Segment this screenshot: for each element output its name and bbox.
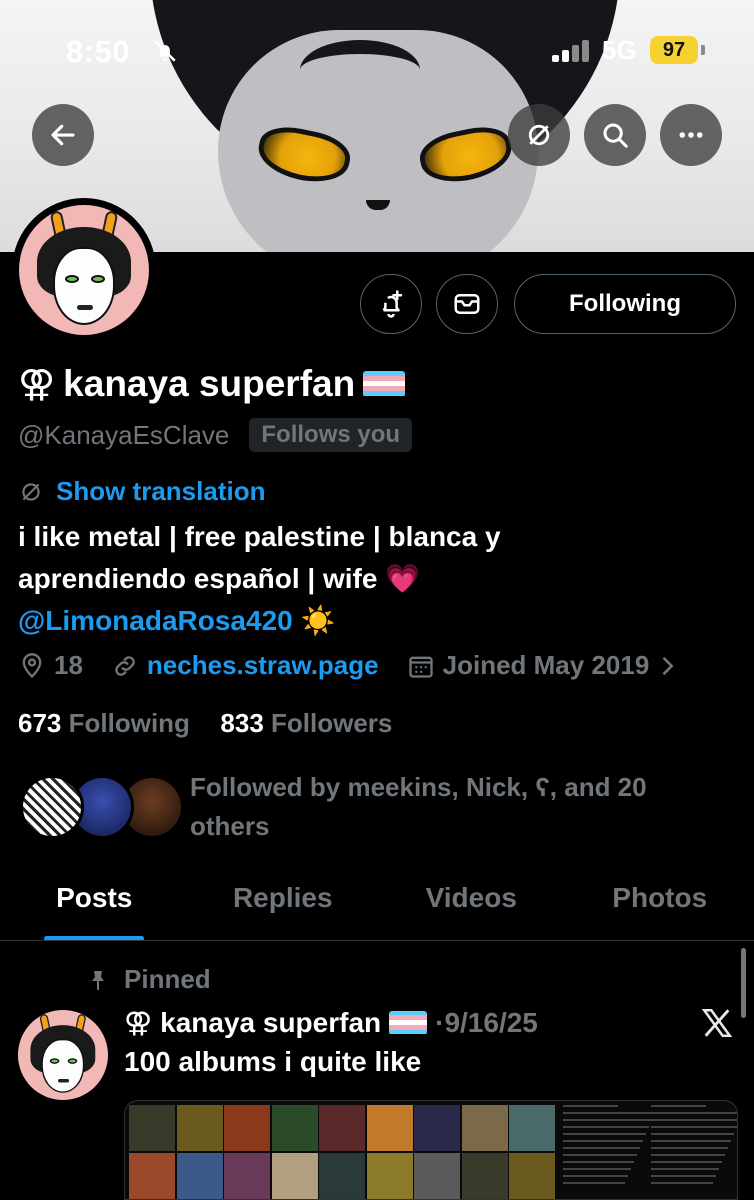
post-date[interactable]: ·9/16/25 bbox=[435, 1007, 538, 1039]
pin-icon bbox=[92, 970, 104, 990]
post-author-name[interactable]: kanaya superfan bbox=[160, 1007, 381, 1039]
profile-handle: @KanayaEsClave bbox=[18, 419, 230, 450]
show-translation-label[interactable]: Show translation bbox=[56, 476, 265, 507]
show-translation[interactable]: Show translation bbox=[18, 476, 265, 507]
display-name: kanaya superfan bbox=[63, 362, 356, 404]
album-tracklist bbox=[651, 1105, 737, 1197]
calendar-icon bbox=[408, 656, 433, 678]
album-cover bbox=[461, 1105, 508, 1151]
album-cover bbox=[461, 1153, 508, 1199]
pinned-indicator: Pinned bbox=[86, 964, 211, 995]
arrow-left-icon bbox=[51, 124, 75, 146]
message-button[interactable] bbox=[436, 274, 498, 334]
link-icon bbox=[115, 655, 135, 676]
handle-row: @KanayaEsClave Follows you bbox=[18, 418, 413, 452]
album-cover bbox=[129, 1153, 175, 1199]
profile-meta: 18 neches.straw.page Joined May 2019 bbox=[18, 650, 689, 681]
pinned-label: Pinned bbox=[124, 964, 211, 994]
profile-avatar[interactable] bbox=[12, 198, 156, 342]
album-cover bbox=[224, 1153, 270, 1199]
post-text: 100 albums i quite like bbox=[124, 1046, 422, 1077]
bio-mention-link[interactable]: @LimonadaRosa420 bbox=[18, 605, 293, 636]
album-cover bbox=[129, 1105, 175, 1151]
location-pin-icon bbox=[22, 652, 42, 678]
display-name-row: ⚢ kanaya superfan bbox=[18, 362, 406, 405]
followers-count: 833 bbox=[220, 708, 264, 738]
album-cover bbox=[271, 1105, 318, 1151]
translate-off-icon bbox=[22, 482, 40, 501]
website-link[interactable]: neches.straw.page bbox=[147, 650, 379, 681]
battery-tip bbox=[701, 45, 705, 55]
bell-off-icon bbox=[154, 40, 176, 62]
tab-divider bbox=[0, 940, 754, 941]
envelope-icon bbox=[454, 294, 480, 314]
translate-off-icon bbox=[528, 124, 550, 146]
scrollbar[interactable] bbox=[741, 948, 746, 1018]
album-cover bbox=[414, 1105, 460, 1151]
more-icon bbox=[679, 132, 703, 138]
followers-stat[interactable]: 833 Followers bbox=[220, 708, 392, 738]
following-stat[interactable]: 673 Following bbox=[18, 708, 190, 738]
post-author-prefix: ⚢ bbox=[124, 1007, 153, 1038]
bio-line: i like metal | free palestine | blanca y bbox=[18, 521, 501, 552]
post-header: ⚢ kanaya superfan ·9/16/25 bbox=[124, 1006, 538, 1039]
profile-bio: i like metal | free palestine | blanca y… bbox=[18, 516, 738, 642]
album-cover bbox=[176, 1153, 223, 1199]
x-logo-icon[interactable] bbox=[700, 1006, 734, 1040]
following-count: 673 bbox=[18, 708, 62, 738]
network-type: 5G bbox=[602, 35, 637, 65]
album-tracklist bbox=[563, 1105, 663, 1197]
tab-replies[interactable]: Replies bbox=[189, 872, 378, 940]
album-cover bbox=[414, 1153, 460, 1199]
following-label: Following bbox=[68, 708, 190, 738]
followed-by-text[interactable]: Followed by meekins, Nick, ʕ, and 20 oth… bbox=[190, 768, 710, 846]
album-cover bbox=[224, 1105, 270, 1151]
joined-date[interactable]: Joined May 2019 bbox=[443, 650, 650, 681]
more-button[interactable] bbox=[660, 104, 722, 166]
album-cover bbox=[319, 1105, 365, 1151]
chevron-right-icon[interactable] bbox=[653, 652, 681, 680]
post-media-image[interactable] bbox=[124, 1100, 738, 1200]
signal-icon bbox=[552, 40, 592, 62]
search-icon bbox=[603, 123, 628, 148]
tab-posts[interactable]: Posts bbox=[0, 872, 189, 941]
post-author-avatar[interactable] bbox=[18, 1010, 108, 1100]
tab-photos[interactable]: Photos bbox=[566, 872, 754, 940]
trans-flag-icon bbox=[363, 370, 406, 397]
album-cover bbox=[176, 1105, 223, 1151]
avatar-image bbox=[19, 205, 149, 335]
status-time: 8:50 bbox=[66, 34, 131, 69]
sun-emoji: ☀️ bbox=[300, 605, 336, 636]
album-cover bbox=[366, 1153, 413, 1199]
follows-you-badge: Follows you bbox=[249, 418, 413, 452]
followed-by-avatars[interactable] bbox=[20, 775, 184, 841]
album-cover bbox=[366, 1105, 413, 1151]
follow-stats: 673 Following 833 Followers bbox=[18, 708, 392, 739]
followers-label: Followers bbox=[271, 708, 393, 738]
search-button[interactable] bbox=[584, 104, 646, 166]
following-button[interactable]: Following bbox=[514, 274, 736, 334]
bell-plus-icon bbox=[382, 290, 403, 318]
notify-button[interactable] bbox=[360, 274, 422, 334]
tab-videos[interactable]: Videos bbox=[377, 872, 566, 940]
name-prefix-symbol: ⚢ bbox=[18, 363, 56, 404]
album-cover bbox=[319, 1153, 365, 1199]
profile-tabs: Posts Replies Videos Photos bbox=[0, 872, 754, 941]
back-button[interactable] bbox=[32, 104, 94, 166]
bio-line: aprendiendo español | wife 💗 bbox=[18, 563, 421, 594]
battery-level: 97 bbox=[650, 36, 698, 64]
album-cover bbox=[509, 1153, 555, 1199]
location-text: 18 bbox=[54, 650, 83, 680]
album-cover bbox=[509, 1105, 555, 1151]
album-cover bbox=[271, 1153, 318, 1199]
follower-avatar bbox=[20, 775, 84, 839]
trans-flag-icon bbox=[389, 1010, 428, 1035]
banner-doll-curl bbox=[300, 40, 420, 100]
translate-off-button[interactable] bbox=[508, 104, 570, 166]
